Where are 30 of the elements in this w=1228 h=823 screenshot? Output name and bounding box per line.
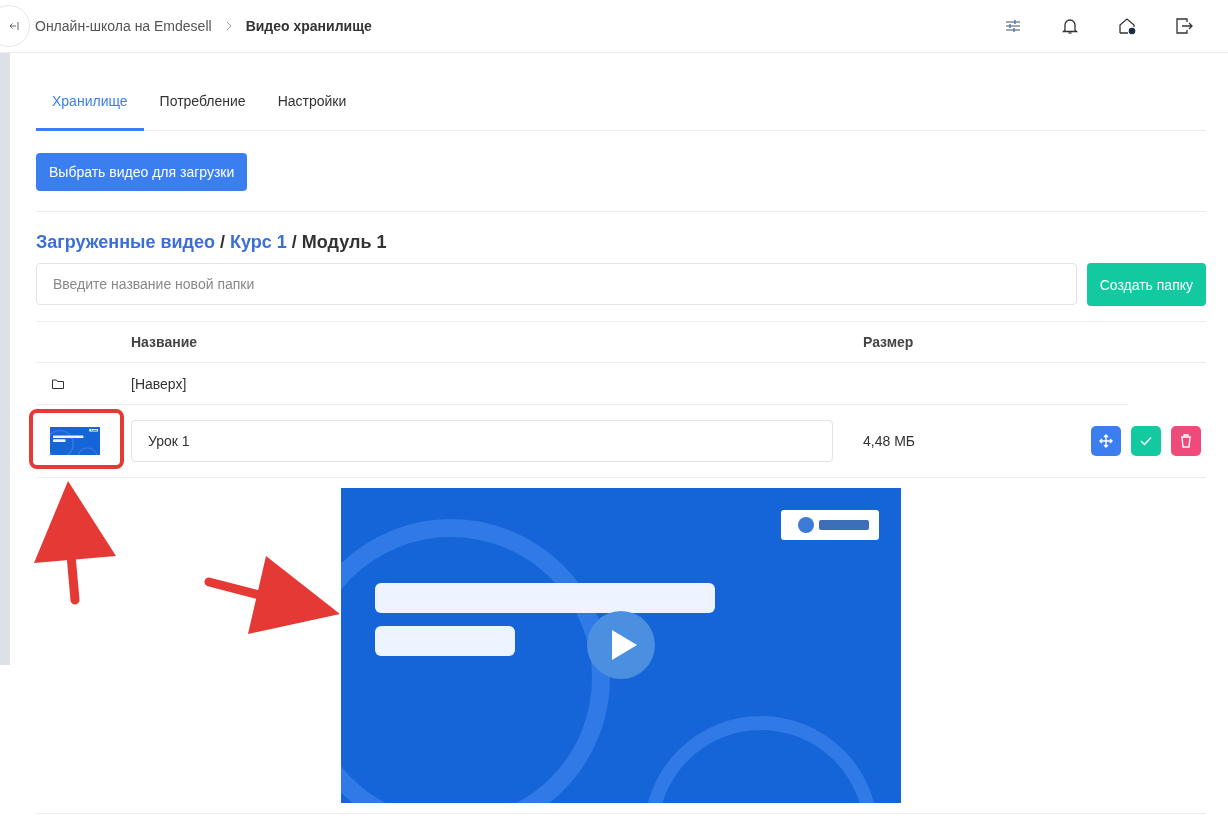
path-link[interactable]: Загруженные видео	[36, 232, 215, 253]
delete-button[interactable]	[1171, 426, 1201, 456]
bell-icon[interactable]	[1060, 16, 1080, 36]
tab[interactable]: Настройки	[261, 75, 363, 131]
column-header: Название	[131, 334, 199, 350]
column-header: Размер	[863, 334, 915, 350]
move-arrows-icon	[1099, 434, 1113, 448]
check-icon	[1140, 436, 1152, 446]
current-folder: Модуль 1	[301, 232, 387, 253]
chevron-icon	[225, 21, 232, 31]
video-name-field[interactable]: Урок 1	[131, 420, 833, 462]
collapse-sidebar-button[interactable]	[0, 5, 30, 47]
breadcrumb-item: Видео хранилище	[245, 18, 372, 34]
folder-name-field[interactable]: Введите название новой папки	[36, 263, 1077, 305]
path-separator: /	[291, 232, 297, 253]
folder-name[interactable]: [Наверх]	[131, 375, 863, 392]
upload-video-button[interactable]: Выбрать видео для загрузки	[36, 153, 248, 191]
trash-icon	[1180, 434, 1192, 448]
file-size: 4,48 МБ	[863, 433, 915, 449]
path-link[interactable]: Курс 1	[230, 232, 287, 253]
breadcrumb-item[interactable]: Онлайн-школа на Emdesell	[35, 18, 212, 34]
collapse-icon	[9, 21, 19, 31]
logout-icon[interactable]	[1174, 16, 1194, 36]
path-separator: /	[220, 232, 225, 253]
confirm-button[interactable]	[1131, 426, 1161, 456]
folder-icon	[52, 378, 64, 389]
tab[interactable]: Хранилище	[36, 75, 144, 131]
move-button[interactable]	[1091, 426, 1121, 456]
home-icon[interactable]	[1117, 16, 1137, 36]
tab[interactable]: Потребление	[143, 75, 262, 131]
